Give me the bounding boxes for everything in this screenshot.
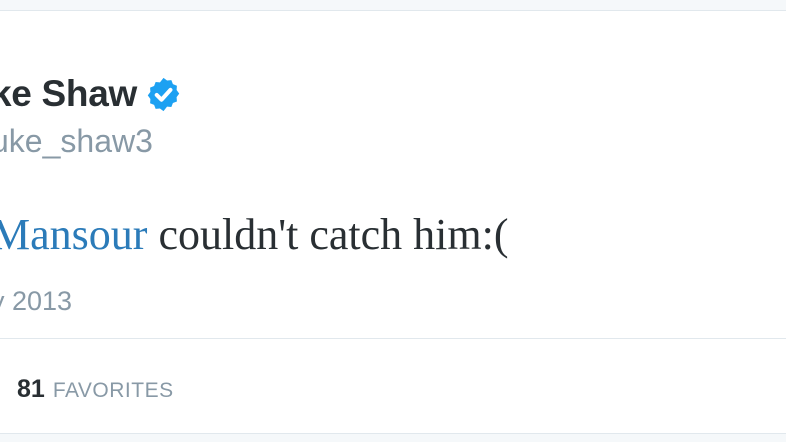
favorites-stat[interactable]: 81 FAVORITES — [17, 375, 174, 404]
favorites-label: FAVORITES — [52, 379, 174, 402]
favorites-count: 81 — [17, 375, 45, 403]
author-handle[interactable]: uke_shaw3 — [0, 123, 153, 160]
tweet-timestamp[interactable]: y 2013 — [0, 286, 72, 317]
author-display-name[interactable]: ke Shaw — [0, 73, 137, 115]
verified-badge-icon — [145, 76, 182, 113]
divider — [0, 338, 786, 339]
mention-link[interactable]: Mansour — [0, 210, 147, 259]
tweet-card: ke Shaw uke_shaw3 Mansour couldn't catch… — [0, 10, 786, 434]
author-row[interactable]: ke Shaw — [0, 69, 182, 119]
tweet-body-text: couldn't catch him:( — [147, 210, 509, 259]
tweet-text: Mansour couldn't catch him:( — [0, 209, 508, 260]
